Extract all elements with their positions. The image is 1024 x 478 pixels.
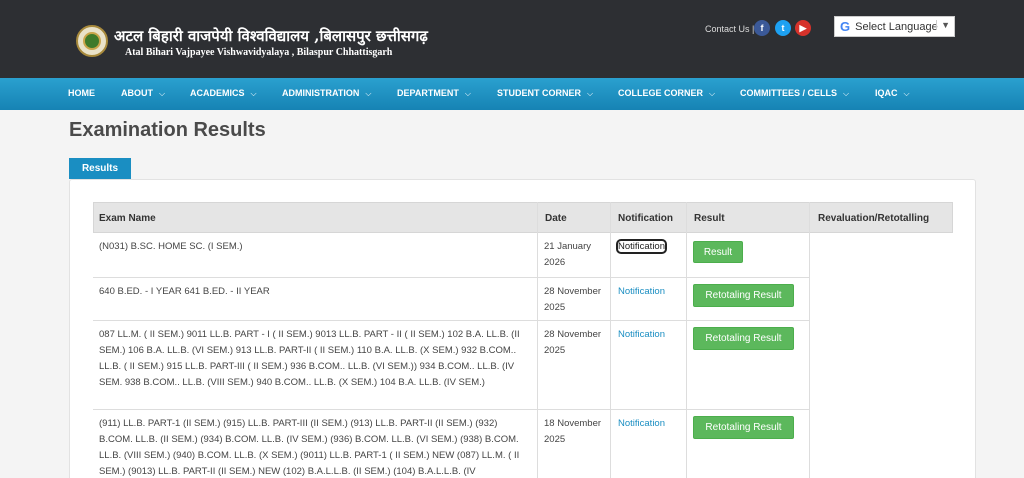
notification-cell: Notification [618,327,665,343]
chevron-down-icon: ⌵ [843,89,850,98]
notification-link[interactable]: Notification [618,286,665,297]
page-title: Examination Results [69,119,266,141]
header-revaluation: Revaluation/Retotalling [818,213,930,224]
notification-link[interactable]: Notification [616,239,667,254]
retotaling-result-button[interactable]: Retotaling Result [693,284,794,307]
header-date: Date [545,213,567,224]
exam-name-cell: (N031) B.SC. HOME SC. (I SEM.) [99,241,243,252]
chevron-down-icon: ⌵ [365,89,372,98]
nav-item-label: HOME [68,88,95,98]
nav-item-student-corner[interactable]: STUDENT CORNER ⌵ [497,88,593,99]
column-divider [809,202,810,478]
retotaling-result-button[interactable]: Retotaling Result [693,327,794,350]
retotaling-result-button[interactable]: Retotaling Result [693,416,794,439]
nav-item-label: ACADEMICS [190,88,245,98]
chevron-down-icon: ⌵ [709,89,716,98]
nav-item-academics[interactable]: ACADEMICS ⌵ [190,88,257,99]
youtube-icon[interactable]: ▶ [795,20,811,36]
language-select-label: Select Language [855,20,938,33]
language-select[interactable]: G Select Language ▼ [834,16,955,37]
nav-item-college-corner[interactable]: COLLEGE CORNER ⌵ [618,88,715,99]
university-name-english[interactable]: Atal Bihari Vajpayee Vishwavidyalaya , B… [125,47,392,58]
chevron-down-icon: ⌵ [464,89,471,98]
notification-cell: Notification [618,284,665,300]
table-row: (911) LL.B. PART-1 (II SEM.) (915) LL.B.… [93,410,809,478]
nav-item-label: IQAC [875,88,898,98]
header-notification: Notification [618,213,673,224]
university-name-hindi[interactable]: अटल बिहारी वाजपेयी विश्वविद्यालय ,बिलासप… [114,26,428,46]
exam-name-cell: (911) LL.B. PART-1 (II SEM.) (915) LL.B.… [99,418,520,477]
chevron-down-icon: ⌵ [159,89,166,98]
nav-item-home[interactable]: HOME [68,88,95,98]
nav-item-about[interactable]: ABOUT ⌵ [121,88,165,99]
nav-item-iqac[interactable]: IQAC ⌵ [875,88,910,99]
chevron-down-icon: ⌵ [250,89,257,98]
header-exam-name: Exam Name [99,213,156,224]
table-row: (N031) B.SC. HOME SC. (I SEM.) 21 Januar… [93,234,809,278]
logo-emblem-icon [83,32,101,50]
exam-name-cell: 640 B.ED. - I YEAR 641 B.ED. - II YEAR [99,286,270,297]
nav-item-label: COMMITTEES / CELLS [740,88,838,98]
date-cell: 28 November 2025 [544,329,602,356]
main-nav: HOME ABOUT ⌵ ACADEMICS ⌵ ADMINISTRATION ⌵ D… [0,78,1024,110]
university-logo[interactable] [76,25,108,57]
date-cell: 28 November 2025 [544,286,602,313]
site-header: अटल बिहारी वाजपेयी विश्वविद्यालय ,बिलासप… [0,0,1024,78]
nav-item-department[interactable]: DEPARTMENT ⌵ [397,88,471,99]
exam-name-cell: 087 LL.M. ( II SEM.) 9011 LL.B. PART - I… [99,329,520,388]
date-cell: 18 November 2025 [544,418,602,445]
nav-item-label: ADMINISTRATION [282,88,360,98]
nav-item-label: STUDENT CORNER [497,88,582,98]
chevron-down-icon: ⌵ [903,89,910,98]
facebook-icon[interactable]: f [754,20,770,36]
nav-item-label: DEPARTMENT [397,88,459,98]
chevron-down-icon: ⌵ [587,89,594,98]
notification-cell: Notification [616,239,667,255]
header-result: Result [694,213,725,224]
notification-link[interactable]: Notification [618,329,665,340]
notification-cell: Notification [618,416,665,432]
nav-item-committees[interactable]: COMMITTEES / CELLS ⌵ [740,88,849,99]
tab-results[interactable]: Results [69,158,131,179]
google-icon: G [840,19,851,34]
table-header: Exam Name Date Notification Result Reval… [93,202,953,233]
nav-item-label: ABOUT [121,88,153,98]
contact-us-link[interactable]: Contact Us | [705,24,754,34]
nav-item-administration[interactable]: ADMINISTRATION ⌵ [282,88,371,99]
date-cell: 21 January 2026 [544,241,592,268]
dropdown-arrow-icon: ▼ [936,20,950,30]
table-row: 640 B.ED. - I YEAR 641 B.ED. - II YEAR 2… [93,278,809,321]
result-button[interactable]: Result [693,241,743,263]
notification-link[interactable]: Notification [618,418,665,429]
twitter-icon[interactable]: t [775,20,791,36]
nav-item-label: COLLEGE CORNER [618,88,704,98]
table-row: 087 LL.M. ( II SEM.) 9011 LL.B. PART - I… [93,321,809,410]
